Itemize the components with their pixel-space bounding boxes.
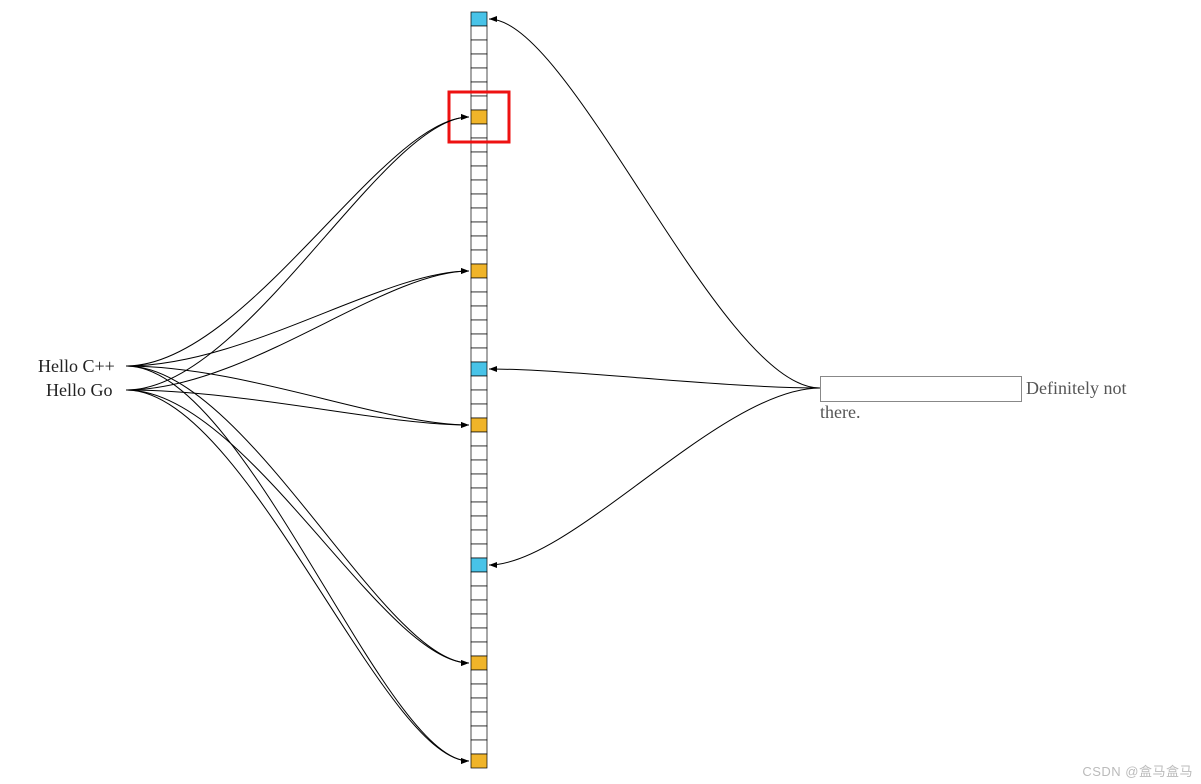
bit-cell [471, 152, 487, 166]
bit-cell [471, 460, 487, 474]
hash-arrow-left [126, 117, 469, 390]
bit-cell [471, 544, 487, 558]
hash-arrow-right [489, 388, 820, 565]
bit-cell [471, 334, 487, 348]
bit-cell [471, 376, 487, 390]
bit-cell [471, 208, 487, 222]
bit-cell [471, 684, 487, 698]
bit-cell [471, 250, 487, 264]
bit-cell [471, 530, 487, 544]
bit-cell [471, 306, 487, 320]
bit-cell [471, 82, 487, 96]
bit-cell [471, 740, 487, 754]
bit-cell [471, 754, 487, 768]
bit-cell [471, 166, 487, 180]
bit-cell [471, 656, 487, 670]
bit-cell [471, 362, 487, 376]
bit-cell [471, 516, 487, 530]
bit-cell [471, 194, 487, 208]
bit-cell [471, 110, 487, 124]
bit-cell [471, 68, 487, 82]
hash-arrow-left [126, 271, 469, 390]
bit-cell [471, 558, 487, 572]
caption-definitely-not-there: Definitely notthere. [1026, 378, 1186, 399]
bit-cell [471, 390, 487, 404]
bit-cell [471, 586, 487, 600]
bit-cell [471, 712, 487, 726]
bit-cell [471, 670, 487, 684]
bit-cell [471, 418, 487, 432]
bit-cell [471, 236, 487, 250]
hash-arrow-right [489, 369, 820, 388]
bit-cell [471, 642, 487, 656]
query-input-box[interactable] [820, 376, 1022, 402]
bit-cell [471, 124, 487, 138]
hash-arrow-left [126, 271, 469, 366]
hash-arrow-left [126, 390, 469, 761]
hash-arrow-left [126, 117, 469, 366]
bit-cell [471, 614, 487, 628]
bit-cell [471, 96, 487, 110]
bit-cell [471, 600, 487, 614]
caption-line2: there. [820, 402, 860, 423]
bit-cell [471, 432, 487, 446]
bit-cell [471, 698, 487, 712]
bit-cell [471, 572, 487, 586]
bit-cell [471, 264, 487, 278]
bit-cell [471, 222, 487, 236]
bit-cell [471, 278, 487, 292]
hash-arrow-left [126, 390, 469, 663]
bit-cell [471, 628, 487, 642]
bit-cell [471, 348, 487, 362]
bit-cell [471, 54, 487, 68]
bit-cell [471, 404, 487, 418]
bit-cell [471, 488, 487, 502]
bit-cell [471, 26, 487, 40]
bit-cell [471, 474, 487, 488]
bit-cell [471, 180, 487, 194]
bit-cell [471, 502, 487, 516]
bit-cell [471, 138, 487, 152]
bit-cell [471, 292, 487, 306]
bit-cell [471, 446, 487, 460]
bit-cell [471, 12, 487, 26]
hash-arrow-right [489, 19, 820, 388]
bit-cell [471, 40, 487, 54]
caption-line1: Definitely not [1026, 378, 1126, 398]
bit-cell [471, 320, 487, 334]
hash-arrow-left [126, 366, 469, 761]
bit-cell [471, 726, 487, 740]
